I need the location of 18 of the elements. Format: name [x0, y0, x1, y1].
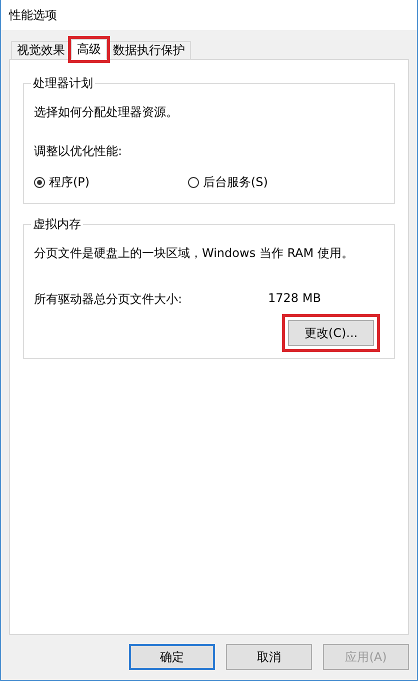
adjust-label: 调整以优化性能: [34, 143, 124, 160]
dialog-button[interactable]: 确定 [129, 644, 215, 670]
tab[interactable]: 数据执行保护 [107, 41, 191, 60]
radio-icon[interactable] [34, 177, 45, 188]
radio-option[interactable]: 程序(P) [34, 174, 188, 191]
group-title: 虚拟内存 [31, 216, 83, 233]
description-text: 选择如何分配处理器资源。 [34, 104, 179, 121]
description-text: 分页文件是硬盘上的一块区域，Windows 当作 RAM 使用。 [34, 245, 354, 262]
change-button[interactable]: 更改(C)... [288, 320, 374, 346]
group-title: 处理器计划 [31, 75, 95, 92]
radio-icon[interactable] [188, 177, 199, 188]
size-label: 所有驱动器总分页文件大小: [34, 291, 184, 308]
size-value: 1728 MB [268, 291, 321, 307]
window-title: 性能选项 [9, 6, 57, 24]
dialog-button[interactable]: 取消 [226, 644, 312, 670]
radio-option[interactable]: 后台服务(S) [188, 174, 384, 191]
tab[interactable]: 视觉效果 [11, 41, 71, 60]
tab[interactable]: 高级 [71, 39, 107, 60]
